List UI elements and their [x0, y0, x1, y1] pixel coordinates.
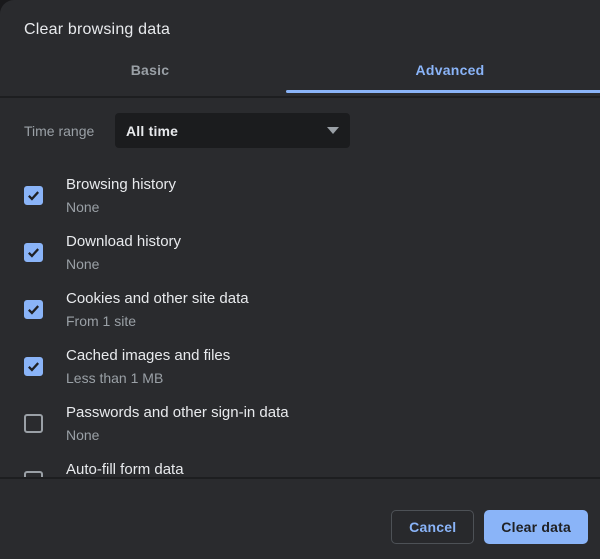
- row-detail: None: [66, 427, 289, 444]
- dialog-title: Clear browsing data: [24, 21, 170, 39]
- row-detail: Less than 1 MB: [66, 370, 230, 387]
- time-range-selected-value: All time: [126, 123, 178, 139]
- checkmark-icon: [26, 188, 41, 203]
- row-label: Passwords and other sign-in data: [66, 404, 289, 422]
- row-label: Download history: [66, 233, 181, 251]
- row-cookies: Cookies and other site data From 1 site: [0, 281, 600, 338]
- row-label: Auto-fill form data: [66, 461, 184, 479]
- checkbox-cookies[interactable]: [24, 300, 43, 319]
- cancel-button[interactable]: Cancel: [391, 510, 474, 544]
- checkmark-icon: [26, 302, 41, 317]
- clear-browsing-data-dialog: Clear browsing data Basic Advanced Time …: [0, 0, 600, 559]
- row-cached-images: Cached images and files Less than 1 MB: [0, 338, 600, 395]
- row-passwords: Passwords and other sign-in data None: [0, 395, 600, 452]
- checkbox-passwords[interactable]: [24, 414, 43, 433]
- row-label: Cached images and files: [66, 347, 230, 365]
- row-download-history: Download history None: [0, 224, 600, 281]
- time-range-label: Time range: [24, 123, 115, 139]
- checkbox-cached-images[interactable]: [24, 357, 43, 376]
- tab-bar: Basic Advanced: [0, 62, 600, 78]
- active-tab-underline: [286, 90, 600, 93]
- row-detail: None: [66, 199, 176, 216]
- header-divider: [0, 96, 600, 98]
- checkbox-download-history[interactable]: [24, 243, 43, 262]
- tab-advanced[interactable]: Advanced: [300, 62, 600, 78]
- checkbox-browsing-history[interactable]: [24, 186, 43, 205]
- time-range-select[interactable]: All time: [115, 113, 350, 148]
- checkmark-icon: [26, 359, 41, 374]
- row-browsing-history: Browsing history None: [0, 167, 600, 224]
- checkmark-icon: [26, 245, 41, 260]
- row-label: Browsing history: [66, 176, 176, 194]
- clear-data-options-list: Browsing history None Download history N…: [0, 167, 600, 509]
- dialog-footer: Cancel Clear data: [0, 477, 600, 559]
- row-label: Cookies and other site data: [66, 290, 249, 308]
- row-detail: From 1 site: [66, 313, 249, 330]
- clear-data-button[interactable]: Clear data: [484, 510, 588, 544]
- row-detail: None: [66, 256, 181, 273]
- time-range-row: Time range All time: [24, 113, 350, 148]
- dropdown-caret-icon: [327, 127, 339, 134]
- tab-basic[interactable]: Basic: [0, 62, 300, 78]
